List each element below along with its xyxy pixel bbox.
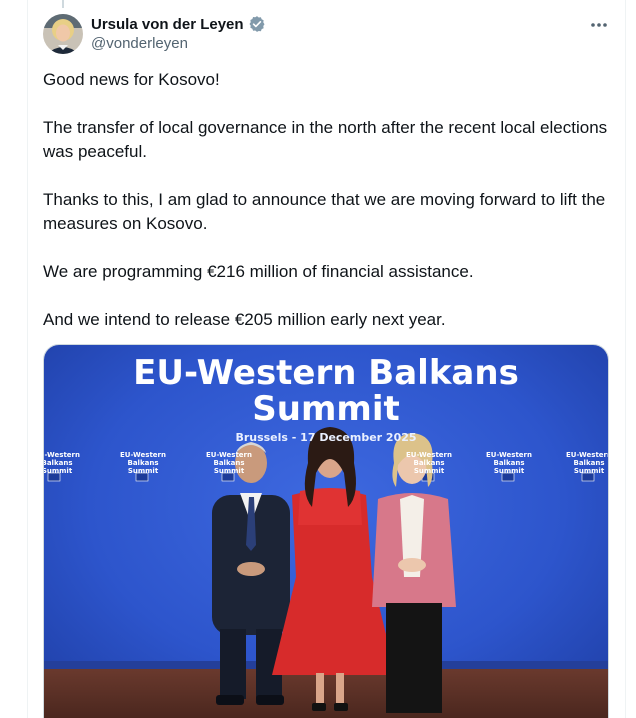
backdrop-label-line1: EU-Western Balkans bbox=[406, 451, 452, 467]
timeline-left-border bbox=[27, 0, 28, 718]
backdrop-label: EU-Western Balkans Summit bbox=[43, 451, 92, 475]
backdrop-label: EU-Western Balkans Summit bbox=[108, 451, 178, 475]
tweet-paragraph: And we intend to release €205 million ea… bbox=[43, 310, 446, 329]
backdrop-label-line1: EU-Western Balkans bbox=[43, 451, 80, 467]
backdrop-label: EU-Western Balkans Summit bbox=[554, 451, 609, 475]
photo-title-line1: EU-Western Balkans bbox=[133, 353, 519, 393]
photo-subtitle: Brussels - 17 December 2025 bbox=[235, 431, 417, 444]
tweet-text: Good news for Kosovo! The transfer of lo… bbox=[43, 68, 613, 356]
backdrop-label-line2: Summit bbox=[493, 467, 525, 475]
tweet-photo[interactable]: EU-Western Balkans Summit Brussels - 17 … bbox=[43, 344, 609, 718]
verified-badge-icon[interactable] bbox=[248, 15, 266, 33]
tweet-paragraph: The transfer of local governance in the … bbox=[43, 118, 608, 161]
backdrop-label-line2: Summit bbox=[573, 467, 605, 475]
backdrop-label-line1: EU-Western Balkans bbox=[206, 451, 252, 467]
tweet-paragraph: Thanks to this, I am glad to announce th… bbox=[43, 190, 606, 233]
backdrop-label-line1: EU-Western Balkans bbox=[566, 451, 609, 467]
avatar[interactable] bbox=[43, 14, 83, 54]
tweet-paragraph: We are programming €216 million of finan… bbox=[43, 262, 474, 281]
more-options-icon[interactable] bbox=[586, 12, 612, 38]
backdrop-label-line2: Summit bbox=[43, 467, 73, 475]
backdrop-label-line1: EU-Western Balkans bbox=[486, 451, 532, 467]
backdrop-label: EU-Western Balkans Summit bbox=[474, 451, 544, 475]
thread-connector-line bbox=[62, 0, 64, 8]
tweet-header: Ursula von der Leyen @vonderleyen bbox=[91, 14, 266, 52]
backdrop-label: EU-Western Balkans Summit bbox=[194, 451, 264, 475]
timeline-right-border bbox=[625, 0, 626, 718]
backdrop-label-line2: Summit bbox=[127, 467, 159, 475]
backdrop-label-line1: EU-Western Balkans bbox=[120, 451, 166, 467]
backdrop-label-line2: Summit bbox=[413, 467, 445, 475]
photo-title-line2: Summit bbox=[252, 389, 400, 429]
author-name[interactable]: Ursula von der Leyen bbox=[91, 16, 244, 33]
backdrop-label: EU-Western Balkans Summit bbox=[394, 451, 464, 475]
author-handle[interactable]: @vonderleyen bbox=[91, 35, 266, 52]
tweet-paragraph: Good news for Kosovo! bbox=[43, 70, 220, 89]
backdrop-label-line2: Summit bbox=[213, 467, 245, 475]
tweet-card[interactable]: Ursula von der Leyen @vonderleyen Good n… bbox=[0, 0, 636, 718]
